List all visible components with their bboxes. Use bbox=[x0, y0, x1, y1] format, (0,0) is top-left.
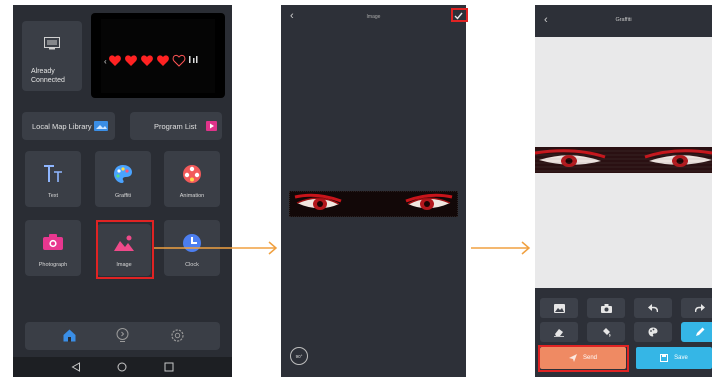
tool-redo[interactable] bbox=[681, 298, 712, 318]
redo-icon bbox=[695, 304, 705, 312]
connection-tile[interactable]: Already Connected bbox=[22, 21, 82, 91]
palette-icon bbox=[648, 327, 658, 337]
graffiti-header: ‹ Graffiti bbox=[535, 5, 712, 37]
program-list-label: Program List bbox=[154, 121, 197, 131]
tile-clock-label: Clock bbox=[185, 262, 199, 268]
local-map-library-button[interactable]: Local Map Library bbox=[22, 112, 115, 140]
confirm-highlight bbox=[451, 8, 468, 22]
pen-icon bbox=[696, 327, 705, 336]
tool-image[interactable] bbox=[540, 298, 578, 318]
eyes-image bbox=[289, 191, 458, 217]
bucket-icon bbox=[603, 328, 611, 337]
recent-square-icon[interactable] bbox=[164, 362, 174, 372]
program-list-button[interactable]: Program List bbox=[130, 112, 222, 140]
text-icon bbox=[44, 165, 62, 182]
bottom-tab-bar bbox=[25, 322, 220, 350]
playlist-icon bbox=[205, 121, 217, 131]
led-hearts-display: ‹ bbox=[101, 19, 215, 93]
bulb-icon[interactable] bbox=[116, 328, 129, 343]
save-label: Save bbox=[674, 355, 688, 361]
home-screen: Already Connected ‹ Local Map Library Pr… bbox=[13, 5, 232, 377]
tool-fill[interactable] bbox=[587, 322, 625, 342]
device-icon bbox=[44, 37, 60, 50]
tool-eraser[interactable] bbox=[540, 322, 578, 342]
drawing-canvas[interactable] bbox=[535, 147, 712, 173]
tile-graffiti[interactable]: Graffiti bbox=[95, 151, 151, 207]
send-highlight bbox=[538, 345, 629, 372]
flow-arrow-1 bbox=[154, 241, 278, 255]
back-triangle-icon[interactable] bbox=[71, 362, 81, 372]
flow-arrow-2 bbox=[471, 241, 531, 255]
image-preview bbox=[289, 191, 458, 217]
tile-graffiti-label: Graffiti bbox=[114, 193, 132, 199]
pixelated-eyes-image bbox=[535, 147, 712, 173]
graffiti-screen: ‹ Graffiti Send Save bbox=[535, 5, 712, 377]
tile-photograph-label: Photograph bbox=[38, 262, 68, 268]
home-icon[interactable] bbox=[63, 329, 76, 342]
svg-text:‹: ‹ bbox=[104, 57, 107, 66]
image-editor-screen: ‹ Image 90° bbox=[281, 5, 466, 377]
tool-pen[interactable] bbox=[681, 322, 712, 342]
screen-title: Graffiti bbox=[615, 17, 632, 23]
camera-icon bbox=[600, 303, 612, 313]
gallery-icon bbox=[93, 121, 108, 131]
tile-animation-label: Animation bbox=[179, 193, 205, 199]
palette-icon bbox=[114, 165, 132, 183]
undo-icon bbox=[648, 304, 658, 312]
camera-icon bbox=[43, 234, 63, 250]
local-map-library-label: Local Map Library bbox=[32, 121, 92, 131]
tool-palette[interactable] bbox=[634, 322, 672, 342]
led-preview: ‹ bbox=[91, 13, 225, 98]
rotate-label: 90° bbox=[295, 353, 303, 359]
image-tile-highlight bbox=[96, 220, 154, 279]
tile-text-label: Text bbox=[47, 193, 59, 199]
tile-photograph[interactable]: Photograph bbox=[25, 220, 81, 276]
tool-undo[interactable] bbox=[634, 298, 672, 318]
gear-icon[interactable] bbox=[170, 328, 185, 343]
save-icon bbox=[660, 354, 669, 362]
screen-title: Image bbox=[366, 14, 381, 20]
tile-animation[interactable]: Animation bbox=[164, 151, 220, 207]
already-connected-label: Already Connected bbox=[31, 68, 65, 84]
eraser-icon bbox=[554, 328, 564, 337]
tile-text[interactable]: Text bbox=[25, 151, 81, 207]
system-nav-bar bbox=[13, 357, 232, 377]
image-icon bbox=[553, 303, 565, 313]
animation-icon bbox=[183, 165, 201, 183]
home-circle-icon[interactable] bbox=[117, 362, 127, 372]
rotate-button[interactable]: 90° bbox=[290, 347, 308, 365]
tool-camera[interactable] bbox=[587, 298, 625, 318]
save-button[interactable]: Save bbox=[636, 347, 712, 369]
